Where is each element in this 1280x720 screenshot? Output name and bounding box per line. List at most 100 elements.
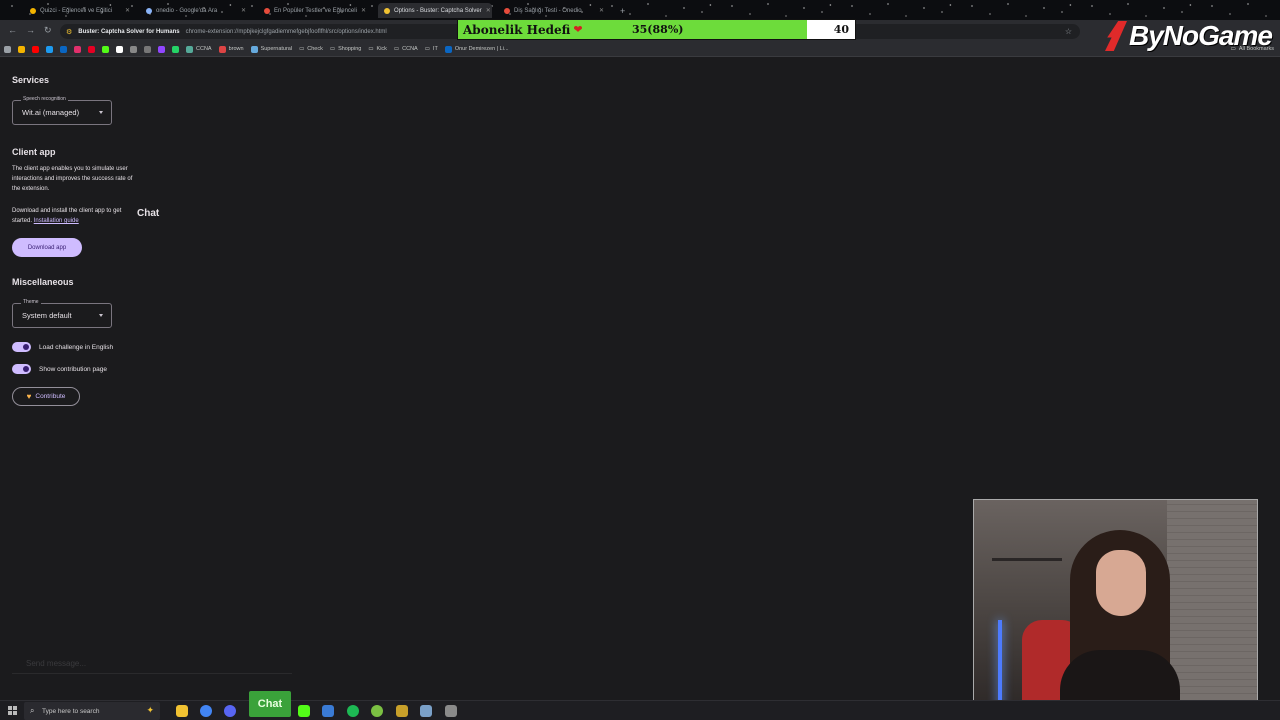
client-install-text: Download and install the client app to g… (12, 206, 130, 226)
taskbar-search[interactable]: ⌕ Type here to search ✦ (24, 702, 160, 720)
bookmark-folder-ccna[interactable]: ▭ CCNA (394, 46, 418, 52)
bookmark-favicon-icon (218, 45, 226, 53)
youtube-icon[interactable] (32, 45, 39, 53)
whatsapp-icon[interactable] (172, 45, 179, 53)
button-label: Contribute (35, 393, 66, 400)
tiktok-icon[interactable] (116, 45, 123, 53)
tab-title: onedio - Google'da Ara (156, 7, 218, 14)
browser-tab-1[interactable]: Quizci - Eğlenceli ve Eğitici ✕ (24, 3, 136, 18)
tab-title: Diş Sağlığı Testi - Onedio (514, 7, 582, 14)
close-tab-icon[interactable]: ✕ (241, 7, 246, 14)
bookmark-label: Onur Demirezen | Li... (454, 46, 509, 52)
bookmark-label: Kick (376, 46, 387, 52)
chevron-down-icon (99, 314, 103, 317)
browser-tab-2[interactable]: onedio - Google'da Ara ✕ (140, 3, 252, 18)
chat-button[interactable]: Chat (249, 691, 291, 717)
close-tab-icon[interactable]: ✕ (125, 7, 130, 14)
bookmark-folder-it[interactable]: ▭ IT (425, 46, 438, 52)
browser-tab-3[interactable]: En Popüler Testler ve Eğlenceli ✕ (258, 3, 372, 18)
select-label: Theme (21, 299, 41, 305)
bookmark-label: CCNA (402, 46, 418, 52)
bookmark-folder-kick[interactable]: ▭ Kick (368, 46, 387, 52)
select-value: System default (22, 311, 72, 320)
spotify-icon[interactable] (347, 705, 359, 717)
twitch-icon[interactable] (158, 45, 165, 53)
show-contribution-toggle[interactable] (12, 364, 31, 374)
installation-guide-link[interactable]: Installation guide (34, 218, 79, 224)
back-icon[interactable]: ← (8, 25, 17, 35)
settings-icon[interactable] (445, 705, 457, 717)
search-icon: ⌕ (30, 706, 35, 715)
bookmark-favicon-icon[interactable] (18, 45, 25, 53)
app-icon[interactable] (396, 705, 408, 717)
bookmark-star-icon[interactable]: ☆ (1065, 27, 1072, 36)
bookmark-supernatural[interactable]: Supernatural (250, 45, 293, 53)
app-icon[interactable] (322, 705, 334, 717)
bookmark-label: Supernatural (260, 46, 293, 52)
chevron-down-icon (99, 111, 103, 114)
tab-title: Quizci - Eğlenceli ve Eğitici (40, 7, 113, 14)
bookmark-folder-shopping[interactable]: ▭ Shopping (330, 46, 361, 52)
folder-icon: ▭ (393, 46, 400, 52)
buster-icon (384, 7, 390, 14)
select-label: Speech recognition (21, 96, 68, 102)
load-english-toggle[interactable] (12, 342, 31, 352)
bookmark-label: Shopping (338, 46, 362, 52)
tab-favicon-icon (30, 7, 36, 14)
pinterest-icon[interactable] (88, 45, 95, 53)
toggle-label: Show contribution page (39, 365, 107, 373)
contribute-button[interactable]: ♥ Contribute (12, 387, 80, 406)
close-tab-icon[interactable]: ✕ (486, 7, 491, 14)
instagram-icon[interactable] (74, 45, 81, 53)
bookmark-label: Check (307, 46, 323, 52)
close-tab-icon[interactable]: ✕ (599, 7, 604, 14)
brand-name: ByNoGame (1129, 20, 1273, 51)
chat-overlay-label: Chat (137, 208, 160, 219)
file-explorer-icon[interactable] (176, 705, 188, 717)
browser-tab-5[interactable]: Diş Sağlığı Testi - Onedio ✕ (498, 3, 610, 18)
speech-recognition-select[interactable]: Speech recognition Wit.ai (managed) (12, 96, 112, 125)
bookmark-onur-demirezen[interactable]: Onur Demirezen | Li... (444, 45, 509, 53)
twitter-icon[interactable] (46, 45, 53, 53)
tab-title: Options - Buster: Captcha Solver (394, 7, 482, 14)
brand-logo: ByNoGame (1105, 16, 1273, 56)
bookmark-brown[interactable]: brown (218, 45, 244, 53)
app-icon[interactable] (371, 705, 383, 717)
linkedin-icon[interactable] (60, 45, 67, 53)
bookmark-folder-check[interactable]: ▭ Check (299, 46, 323, 52)
forward-icon[interactable]: → (26, 25, 35, 35)
apps-icon[interactable] (4, 45, 11, 53)
download-app-button[interactable]: Download app (12, 238, 82, 257)
streamer-face (1096, 550, 1146, 616)
extension-icon: ⚙ (66, 28, 73, 36)
reload-icon[interactable]: ↻ (44, 25, 52, 36)
bookmarks-bar: CCNA brown Supernatural ▭ Check ▭ Shopping… (0, 42, 1280, 57)
app-icon[interactable] (420, 705, 432, 717)
services-heading: Services (12, 75, 50, 85)
windows-start-icon[interactable] (8, 706, 17, 715)
discord-icon[interactable] (224, 705, 236, 717)
kick-icon[interactable] (298, 705, 310, 717)
close-tab-icon[interactable]: ✕ (361, 7, 366, 14)
miscellaneous-heading: Miscellaneous (12, 277, 74, 287)
chrome-icon[interactable] (200, 705, 212, 717)
bookmark-favicon-icon (250, 45, 258, 53)
tab-title: En Popüler Testler ve Eğlenceli (274, 7, 357, 14)
send-message-input: Send message... (12, 654, 292, 674)
kick-icon[interactable] (102, 45, 109, 53)
taskbar: ⌕ Type here to search ✦ (0, 700, 1280, 720)
goal-target: 40 (833, 23, 849, 36)
bookmark-favicon-icon[interactable] (144, 45, 151, 53)
shelf (992, 558, 1062, 561)
theme-select[interactable]: Theme System default (12, 299, 112, 328)
webcam-overlay (973, 499, 1258, 720)
browser-tab-4-active[interactable]: Options - Buster: Captcha Solver ✕ (378, 3, 492, 18)
bookmark-label: IT (432, 46, 438, 52)
bookmark-favicon-icon[interactable] (130, 45, 137, 53)
new-tab-button[interactable]: + (614, 3, 628, 18)
bookmark-ccna[interactable]: CCNA (186, 45, 212, 53)
search-placeholder: Type here to search (42, 707, 100, 715)
google-icon (146, 7, 152, 14)
tab-favicon-icon (264, 7, 270, 14)
select-value: Wit.ai (managed) (22, 108, 80, 117)
